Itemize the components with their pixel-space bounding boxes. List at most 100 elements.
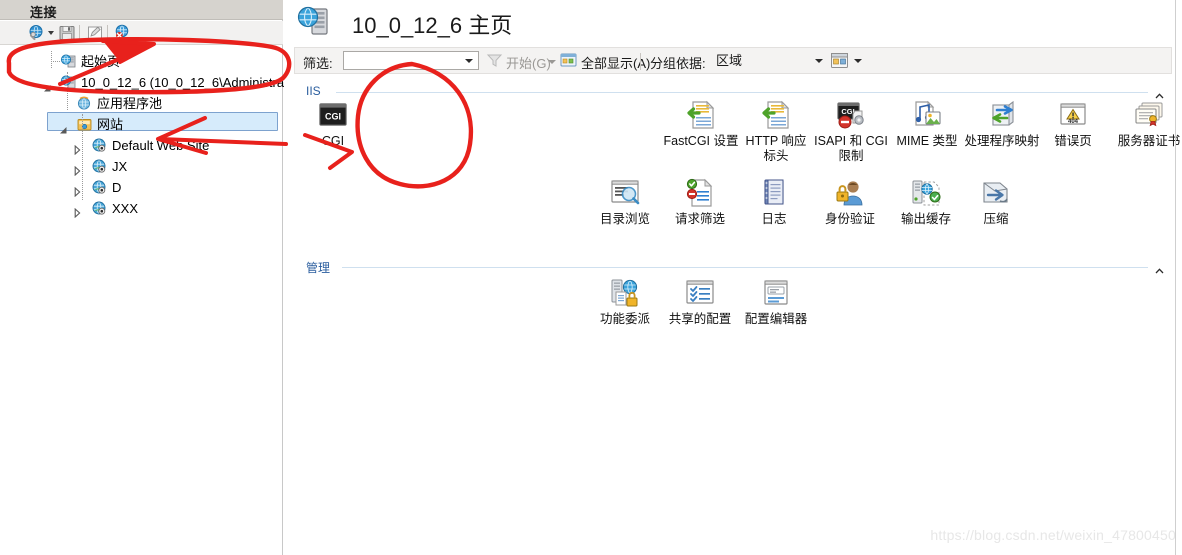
http-response-headers-icon xyxy=(760,99,792,131)
feature-authentication[interactable]: 身份验证 xyxy=(816,177,884,227)
compression-icon xyxy=(980,177,1012,209)
feature-cgi[interactable]: CGI CGI xyxy=(303,99,363,149)
tree-item-label: 起始页 xyxy=(81,54,121,69)
expander-closed-icon[interactable] xyxy=(74,140,81,156)
tree-item-jx[interactable]: JX xyxy=(0,156,282,177)
server-home-icon xyxy=(296,6,332,39)
feature-fastcgi-settings[interactable]: FastCGI 设置 xyxy=(662,99,740,149)
section-header-management: 管理 xyxy=(306,259,1172,275)
section-rule xyxy=(336,92,1148,93)
tree-connector xyxy=(82,114,83,200)
tree-item-label: 网站 xyxy=(97,117,124,132)
expander-closed-icon[interactable] xyxy=(74,182,81,198)
tree-item-app-pools[interactable]: 应用程序池 xyxy=(0,93,282,114)
svg-text:CGI: CGI xyxy=(325,112,341,122)
feature-label: HTTP 响应标头 xyxy=(745,134,807,163)
save-connections-icon[interactable] xyxy=(58,24,76,42)
feature-label: CGI xyxy=(321,134,345,148)
feature-label: 配置编辑器 xyxy=(744,312,808,326)
feature-label: 输出缓存 xyxy=(900,212,951,226)
feature-label: 压缩 xyxy=(983,212,1009,226)
connections-tree[interactable]: 起始页 10_0_12_6 (10_0_12_6\Administrator) … xyxy=(0,46,304,555)
mime-types-icon xyxy=(911,99,943,131)
feature-label: 服务器证书 xyxy=(1117,134,1181,148)
authentication-icon xyxy=(834,177,866,209)
section-title: IIS xyxy=(306,84,321,98)
tree-item-start-page[interactable]: 起始页 xyxy=(0,51,282,72)
feature-label: 功能委派 xyxy=(599,312,650,326)
tree-item-label: JX xyxy=(112,159,128,174)
view-options-caret-icon[interactable] xyxy=(854,59,862,63)
tree-connector xyxy=(67,72,68,110)
connections-pane-header: 连接 xyxy=(0,0,283,20)
start-filter-label: 开始(G) xyxy=(506,56,551,71)
filter-dropdown-caret-icon[interactable] xyxy=(465,59,473,63)
feature-directory-browsing[interactable]: 目录浏览 xyxy=(594,177,656,227)
section-header-iis: IIS xyxy=(306,84,1172,100)
chevron-up-icon[interactable] xyxy=(1155,87,1164,99)
edit-connection-icon[interactable] xyxy=(86,24,104,42)
group-by-caret-icon[interactable] xyxy=(815,59,823,63)
fastcgi-settings-icon xyxy=(685,99,717,131)
feature-mime-types[interactable]: MIME 类型 xyxy=(890,99,964,149)
section-rule xyxy=(342,267,1148,268)
app-pools-icon xyxy=(76,95,93,112)
tree-item-label: 10_0_12_6 (10_0_12_6\Administrator) xyxy=(81,75,304,90)
filter-toolbar: 筛选: 开始(G) 全部显示(A) 分组依据: 区域 xyxy=(294,47,1172,74)
connect-to-server-icon[interactable] xyxy=(28,24,46,42)
server-certificates-icon xyxy=(1133,99,1165,131)
expander-closed-icon[interactable] xyxy=(74,203,81,219)
feature-server-certificates[interactable]: 服务器证书 xyxy=(1104,99,1182,149)
start-page-icon xyxy=(60,53,77,70)
disconnect-icon[interactable] xyxy=(114,24,132,42)
tree-item-xxx[interactable]: XXX xyxy=(0,198,282,219)
logging-icon xyxy=(758,177,790,209)
section-title: 管理 xyxy=(306,261,331,275)
feature-isapi-cgi-restrictions[interactable]: CGI ISAPI 和 CGI 限制 xyxy=(812,99,890,164)
feature-output-caching[interactable]: 输出缓存 xyxy=(892,177,960,227)
tree-item-d[interactable]: D xyxy=(0,177,282,198)
shared-configuration-icon xyxy=(684,277,716,309)
expander-open-icon[interactable] xyxy=(59,120,68,134)
start-filter-caret-icon[interactable] xyxy=(548,60,556,64)
cgi-icon: CGI xyxy=(317,99,349,131)
expander-open-icon[interactable] xyxy=(43,78,52,92)
group-by-select[interactable]: 区域 xyxy=(713,51,816,70)
feature-logging[interactable]: 日志 xyxy=(746,177,802,227)
feature-configuration-editor[interactable]: 配置编辑器 xyxy=(742,277,810,327)
feature-handler-mappings[interactable]: 处理程序映射 xyxy=(964,99,1040,149)
toolbar-separator-1 xyxy=(79,25,80,40)
page-header: 10_0_12_6 主页 xyxy=(284,0,1182,44)
request-filtering-icon xyxy=(684,177,716,209)
feature-label: 目录浏览 xyxy=(599,212,650,226)
feature-label: MIME 类型 xyxy=(896,134,958,148)
tree-item-server[interactable]: 10_0_12_6 (10_0_12_6\Administrator) xyxy=(0,72,304,93)
chevron-up-icon[interactable] xyxy=(1155,262,1164,274)
connections-pane-title: 连接 xyxy=(30,5,58,20)
filter-input[interactable] xyxy=(343,51,479,70)
feature-error-pages[interactable]: 404 错误页 xyxy=(1042,99,1104,149)
content-pane: 10_0_12_6 主页 筛选: 开始(G) 全部显示(A) 分组依据: 区域 … xyxy=(284,0,1182,555)
feature-http-response-headers[interactable]: HTTP 响应标头 xyxy=(740,99,812,164)
window-right-edge xyxy=(1175,0,1176,555)
website-icon xyxy=(91,200,108,217)
feature-compression[interactable]: 压缩 xyxy=(968,177,1024,227)
filter-label: 筛选: xyxy=(303,56,333,71)
tree-item-label: Default Web Site xyxy=(112,138,210,153)
tree-item-default-web-site[interactable]: Default Web Site xyxy=(0,135,282,156)
feature-shared-configuration[interactable]: 共享的配置 xyxy=(666,277,734,327)
server-icon xyxy=(60,74,77,91)
tree-item-sites[interactable]: 网站 xyxy=(0,114,282,135)
website-icon xyxy=(91,158,108,175)
feature-label: 处理程序映射 xyxy=(964,134,1040,148)
isapi-cgi-restrictions-icon: CGI xyxy=(835,99,867,131)
connect-to-server-dropdown-caret[interactable] xyxy=(48,31,54,35)
feature-feature-delegation[interactable]: 功能委派 xyxy=(594,277,656,327)
expander-closed-icon[interactable] xyxy=(74,161,81,177)
feature-label: 日志 xyxy=(761,212,787,226)
feature-request-filtering[interactable]: 请求筛选 xyxy=(666,177,734,227)
view-options-button[interactable] xyxy=(830,52,849,69)
output-caching-icon xyxy=(910,177,942,209)
feature-label: FastCGI 设置 xyxy=(663,134,739,148)
feature-label: 身份验证 xyxy=(824,212,875,226)
